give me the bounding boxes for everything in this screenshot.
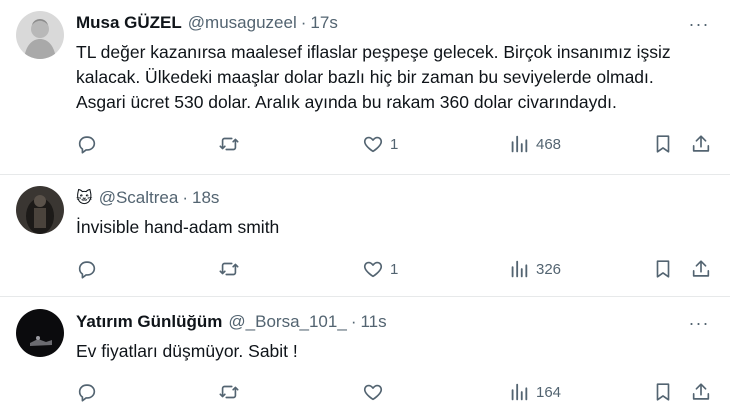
user-handle[interactable]: @musaguzeel xyxy=(188,13,297,33)
like-icon xyxy=(363,136,383,153)
retweet-icon xyxy=(219,385,239,399)
bookmark-button[interactable] xyxy=(652,258,674,280)
like-button[interactable] xyxy=(362,381,384,403)
timestamp[interactable]: 11s xyxy=(360,312,386,332)
avatar[interactable] xyxy=(16,11,64,59)
like-count: 1 xyxy=(390,135,399,153)
avatar-image xyxy=(16,186,64,234)
share-icon xyxy=(692,260,710,277)
tweet[interactable]: Musa GÜZEL @musaguzeel · 17s ··· TL değe… xyxy=(0,0,730,175)
user-handle[interactable]: @Scaltrea xyxy=(99,188,179,208)
cat-emoji-icon[interactable]: 🐱 xyxy=(76,188,93,208)
views-button[interactable]: 468 xyxy=(508,133,561,155)
bookmark-icon xyxy=(656,135,670,153)
bookmark-icon xyxy=(656,383,670,401)
like-icon xyxy=(363,261,383,278)
share-icon xyxy=(692,383,710,400)
like-button[interactable]: 1 xyxy=(362,258,398,280)
share-icon xyxy=(692,135,710,152)
avatar-image xyxy=(16,309,64,357)
separator: · xyxy=(182,188,188,207)
tweet-content: Yatırım Günlüğüm @_Borsa_101_ · 11s ··· … xyxy=(76,311,714,364)
share-button[interactable] xyxy=(690,258,712,280)
reply-button[interactable] xyxy=(76,133,98,155)
share-button[interactable] xyxy=(690,133,712,155)
tweet-header: 🐱 @Scaltrea · 18s xyxy=(76,187,714,209)
view-count: 468 xyxy=(536,135,562,153)
bookmark-button[interactable] xyxy=(652,381,674,403)
tweet-feed: Musa GÜZEL @musaguzeel · 17s ··· TL değe… xyxy=(0,0,730,420)
bookmark-button[interactable] xyxy=(652,133,674,155)
tweet-content: Musa GÜZEL @musaguzeel · 17s ··· TL değe… xyxy=(76,12,714,115)
retweet-button[interactable] xyxy=(218,381,240,403)
more-icon[interactable]: ··· xyxy=(684,14,714,34)
tweet[interactable]: 🐱 @Scaltrea · 18s İnvisible hand-adam sm… xyxy=(0,175,730,297)
share-button[interactable] xyxy=(690,381,712,403)
user-handle[interactable]: @_Borsa_101_ xyxy=(228,312,346,332)
action-bar: 164 xyxy=(0,380,730,404)
tweet-text: TL değer kazanırsa maalesef iflaslar peş… xyxy=(76,42,671,112)
tweet-text: İnvisible hand-adam smith xyxy=(76,217,280,237)
tweet-text: Ev fiyatları düşmüyor. Sabit ! xyxy=(76,341,298,361)
tweet-header: Musa GÜZEL @musaguzeel · 17s xyxy=(76,12,714,34)
display-name[interactable]: Yatırım Günlüğüm xyxy=(76,312,222,332)
reply-button[interactable] xyxy=(76,258,98,280)
views-icon xyxy=(511,260,528,278)
reply-icon xyxy=(78,384,96,402)
retweet-icon xyxy=(219,137,239,151)
tweet-header: Yatırım Günlüğüm @_Borsa_101_ · 11s xyxy=(76,311,714,333)
like-count: 1 xyxy=(390,260,399,278)
avatar-image xyxy=(16,11,64,59)
tweet-content: 🐱 @Scaltrea · 18s İnvisible hand-adam sm… xyxy=(76,187,714,240)
like-button[interactable]: 1 xyxy=(362,133,398,155)
like-icon xyxy=(363,384,383,401)
views-icon xyxy=(511,383,528,401)
reply-icon xyxy=(78,136,96,154)
more-icon[interactable]: ··· xyxy=(684,313,714,333)
retweet-button[interactable] xyxy=(218,258,240,280)
views-button[interactable]: 326 xyxy=(508,258,561,280)
avatar[interactable] xyxy=(16,309,64,357)
view-count: 164 xyxy=(536,383,562,401)
retweet-button[interactable] xyxy=(218,133,240,155)
reply-button[interactable] xyxy=(76,381,98,403)
bookmark-icon xyxy=(656,260,670,278)
tweet[interactable]: Yatırım Günlüğüm @_Borsa_101_ · 11s ··· … xyxy=(0,297,730,420)
view-count: 326 xyxy=(536,260,562,278)
action-bar: 1 468 xyxy=(0,132,730,156)
timestamp[interactable]: 18s xyxy=(192,188,219,208)
separator: · xyxy=(300,13,307,32)
avatar[interactable] xyxy=(16,186,64,234)
separator: · xyxy=(350,312,357,331)
views-button[interactable]: 164 xyxy=(508,381,561,403)
reply-icon xyxy=(78,261,96,279)
action-bar: 1 326 xyxy=(0,257,730,281)
timestamp[interactable]: 17s xyxy=(310,13,337,33)
display-name[interactable]: Musa GÜZEL xyxy=(76,13,182,33)
retweet-icon xyxy=(219,262,239,276)
views-icon xyxy=(511,135,528,153)
